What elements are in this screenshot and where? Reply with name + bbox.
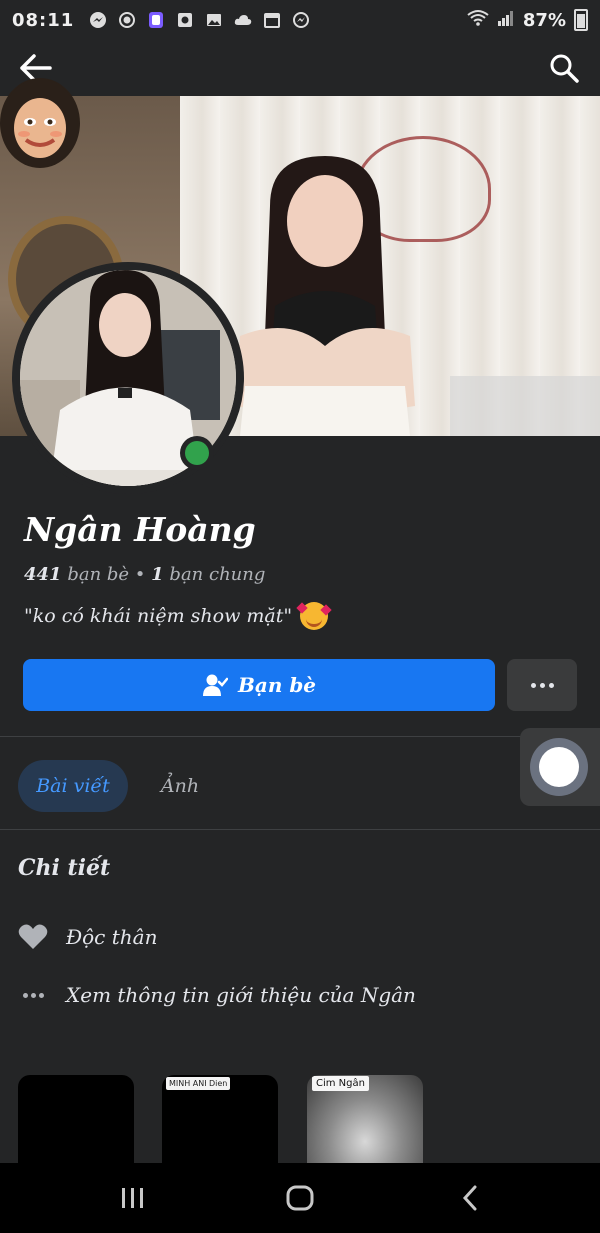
- wifi-icon: [467, 9, 489, 31]
- signal-icon: [497, 9, 515, 31]
- detail-relationship: Độc thân: [18, 922, 157, 952]
- profile-tabs: Bài viết Ảnh: [0, 760, 600, 812]
- home-icon: [286, 1185, 314, 1211]
- recent-apps-icon: [122, 1188, 143, 1208]
- messenger-icon: [291, 11, 311, 29]
- featured-thumbnail[interactable]: [18, 1075, 134, 1170]
- nav-back-button[interactable]: [440, 1178, 500, 1218]
- record-icon: [117, 11, 137, 29]
- home-button[interactable]: [270, 1178, 330, 1218]
- smiling-face-with-hearts-icon: [296, 602, 332, 630]
- status-time: 08:11: [12, 9, 75, 31]
- friends-button-label: Bạn bè: [237, 673, 317, 697]
- mutual-friends-label[interactable]: bạn chung: [169, 564, 265, 585]
- more-options-button[interactable]: [507, 659, 577, 711]
- featured-thumbnail[interactable]: MINH ANH Dien: [162, 1075, 278, 1170]
- section-divider: [0, 829, 600, 830]
- calendar-icon: [262, 11, 282, 29]
- person-check-icon: [202, 674, 228, 696]
- bio-text: "ko có khái niệm show mặt": [24, 605, 293, 627]
- floating-assistant-button[interactable]: [520, 728, 600, 806]
- featured-thumbnails: MINH ANH Dien Cim Ngân: [0, 1075, 600, 1170]
- recent-apps-button[interactable]: [103, 1178, 163, 1218]
- app-icon: [146, 11, 166, 29]
- status-bar: 08:11 87%: [0, 0, 600, 40]
- online-status-indicator: [180, 436, 214, 470]
- friend-count: 441: [24, 564, 62, 585]
- story-avatar[interactable]: [0, 78, 80, 168]
- more-horizontal-icon: [530, 682, 554, 688]
- profile-bio: "ko có khái niệm show mặt": [24, 602, 332, 630]
- friend-stats: 441 bạn bè • 1 bạn chung: [24, 564, 265, 585]
- gallery-icon: [204, 11, 224, 29]
- avatar-image: [2, 79, 78, 167]
- assistant-circle-icon: [530, 738, 588, 796]
- battery-percent: 87%: [522, 9, 566, 31]
- heart-icon: [18, 922, 48, 952]
- stats-separator: •: [134, 564, 146, 585]
- tab-photos[interactable]: Ảnh: [150, 760, 210, 812]
- details-title: Chi tiết: [18, 855, 111, 881]
- camera-icon: [175, 11, 195, 29]
- profile-name: Ngân Hoàng: [24, 510, 256, 549]
- battery-icon: [574, 9, 588, 31]
- search-icon: [550, 54, 579, 83]
- top-bar: [0, 40, 600, 96]
- back-chevron-icon: [462, 1185, 477, 1211]
- tab-posts[interactable]: Bài viết: [18, 760, 128, 812]
- section-divider: [0, 736, 600, 737]
- see-about-text[interactable]: Xem thông tin giới thiệu của Ngân: [66, 983, 416, 1007]
- detail-see-about[interactable]: Xem thông tin giới thiệu của Ngân: [18, 980, 416, 1010]
- featured-thumbnail[interactable]: Cim Ngân: [307, 1075, 423, 1170]
- more-horizontal-icon: [18, 980, 48, 1010]
- messenger-icon: [88, 11, 108, 29]
- search-button[interactable]: [548, 52, 580, 84]
- mutual-count: 1: [151, 564, 164, 585]
- status-right: 87%: [467, 0, 588, 40]
- system-nav-bar: [0, 1163, 600, 1233]
- cloud-icon: [233, 11, 253, 29]
- friends-label[interactable]: bạn bè: [67, 564, 129, 585]
- relationship-text: Độc thân: [66, 925, 158, 949]
- friends-button[interactable]: Bạn bè: [23, 659, 495, 711]
- thumbnail-tag: Dien: [206, 1077, 231, 1090]
- notification-icons: [88, 11, 311, 29]
- thumbnail-tag: Cim Ngân: [312, 1076, 369, 1091]
